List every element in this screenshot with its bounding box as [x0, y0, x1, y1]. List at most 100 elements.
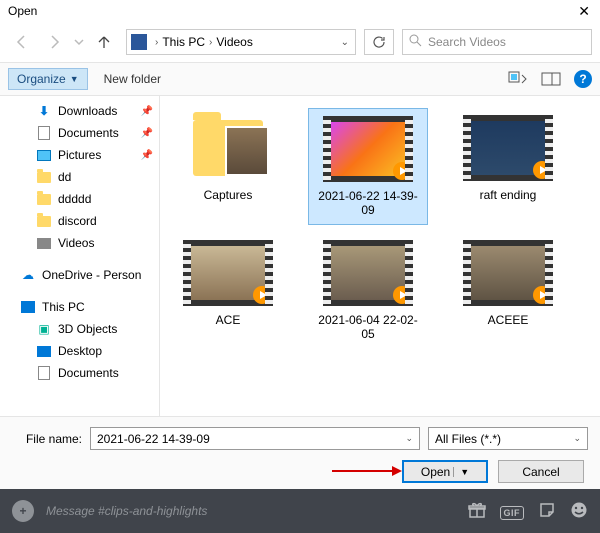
- tree-label: Pictures: [58, 148, 101, 162]
- file-label: ACEEE: [488, 313, 529, 327]
- file-item[interactable]: raft ending: [448, 108, 568, 225]
- organize-button[interactable]: Organize ▼: [8, 68, 88, 90]
- folder-icon: [36, 191, 52, 207]
- search-input[interactable]: Search Videos: [402, 29, 592, 55]
- tree-item[interactable]: Pictures 📌: [0, 144, 159, 166]
- file-label: Captures: [204, 188, 253, 202]
- tree-thispc[interactable]: This PC: [0, 296, 159, 318]
- tree-label: Documents: [58, 126, 119, 140]
- tree-item[interactable]: Documents: [0, 362, 159, 384]
- play-icon: [393, 286, 411, 304]
- forward-button[interactable]: [40, 28, 68, 56]
- file-item[interactable]: Captures: [168, 108, 288, 225]
- gift-icon[interactable]: [468, 501, 486, 522]
- tree-label: Desktop: [58, 344, 102, 358]
- video-thumbnail: [463, 114, 553, 182]
- chevron-down-icon[interactable]: ⌄: [573, 433, 581, 444]
- document-icon: [36, 125, 52, 141]
- open-button[interactable]: Open ▼: [402, 460, 488, 483]
- tree-label: ddddd: [58, 192, 91, 206]
- window-title: Open: [8, 4, 37, 18]
- filetype-filter[interactable]: All Files (*.*) ⌄: [428, 427, 588, 450]
- refresh-button[interactable]: [364, 29, 394, 55]
- tree-label: OneDrive - Person: [42, 268, 141, 282]
- annotation-arrow: [332, 470, 400, 472]
- tree-item[interactable]: Documents 📌: [0, 122, 159, 144]
- tree-onedrive[interactable]: ☁ OneDrive - Person: [0, 264, 159, 286]
- pin-icon: 📌: [141, 128, 153, 139]
- pin-icon: 📌: [141, 150, 153, 161]
- chevron-down-icon[interactable]: ⌄: [405, 433, 413, 444]
- file-label: raft ending: [480, 188, 537, 202]
- thispc-icon: [20, 299, 36, 315]
- filter-value: All Files (*.*): [435, 432, 501, 446]
- folder-icon: [183, 114, 273, 182]
- file-item[interactable]: 2021-06-22 14-39-09: [308, 108, 428, 225]
- pin-icon: 📌: [141, 106, 153, 117]
- cancel-button[interactable]: Cancel: [498, 460, 584, 483]
- breadcrumb[interactable]: › This PC › Videos ⌄: [126, 29, 356, 55]
- play-icon: [533, 286, 551, 304]
- folder-icon: [36, 169, 52, 185]
- new-folder-button[interactable]: New folder: [104, 72, 161, 86]
- folder-icon: [36, 213, 52, 229]
- document-icon: [36, 365, 52, 381]
- attach-button[interactable]: +: [12, 500, 34, 522]
- play-icon: [253, 286, 271, 304]
- message-input[interactable]: Message #clips-and-highlights: [46, 504, 454, 518]
- search-placeholder: Search Videos: [428, 35, 506, 49]
- tree-item[interactable]: ddddd: [0, 188, 159, 210]
- chevron-down-icon: ▼: [70, 74, 79, 84]
- close-icon[interactable]: ✕: [574, 3, 594, 20]
- file-item[interactable]: ACE: [168, 233, 288, 348]
- file-item[interactable]: ACEEE: [448, 233, 568, 348]
- sticker-icon[interactable]: [538, 501, 556, 522]
- tree-label: Videos: [58, 236, 94, 250]
- video-thumbnail: [463, 239, 553, 307]
- chevron-right-icon: ›: [209, 37, 212, 48]
- up-button[interactable]: [90, 28, 118, 56]
- tree-item[interactable]: Videos: [0, 232, 159, 254]
- file-pane[interactable]: Captures 2021-06-22 14-39-09 raft ending AC…: [160, 96, 600, 416]
- organize-label: Organize: [17, 72, 66, 86]
- chevron-down-icon[interactable]: ⌄: [341, 37, 349, 48]
- chevron-right-icon: ›: [155, 37, 158, 48]
- navigation-tree[interactable]: ⬇Downloads📌Documents📌Pictures📌ddddddddis…: [0, 96, 160, 416]
- tree-item[interactable]: ▣3D Objects: [0, 318, 159, 340]
- play-icon: [533, 161, 551, 179]
- discord-message-bar: + Message #clips-and-highlights GIF: [0, 489, 600, 533]
- tree-item[interactable]: discord: [0, 210, 159, 232]
- tree-item[interactable]: ⬇Downloads📌: [0, 100, 159, 122]
- help-button[interactable]: ?: [574, 70, 592, 88]
- tree-label: Documents: [58, 366, 119, 380]
- play-icon: [393, 162, 411, 180]
- tree-label: This PC: [42, 300, 85, 314]
- chevron-down-icon[interactable]: ▼: [453, 467, 469, 477]
- pc-icon: [131, 34, 147, 50]
- gif-icon[interactable]: GIF: [500, 504, 525, 519]
- video-thumbnail: [183, 239, 273, 307]
- tree-label: discord: [58, 214, 97, 228]
- tree-item[interactable]: Desktop: [0, 340, 159, 362]
- video-thumbnail: [323, 239, 413, 307]
- desktop-icon: [36, 343, 52, 359]
- breadcrumb-thispc[interactable]: This PC: [162, 35, 205, 49]
- onedrive-icon: ☁: [20, 267, 36, 283]
- preview-pane-button[interactable]: [538, 68, 564, 90]
- filename-input[interactable]: 2021-06-22 14-39-09 ⌄: [90, 427, 420, 450]
- file-label: ACE: [216, 313, 241, 327]
- cube-icon: ▣: [36, 321, 52, 337]
- video-thumbnail: [323, 115, 413, 183]
- breadcrumb-videos[interactable]: Videos: [216, 35, 252, 49]
- file-item[interactable]: 2021-06-04 22-02-05: [308, 233, 428, 348]
- videos-icon: [36, 235, 52, 251]
- recent-dropdown[interactable]: [72, 28, 86, 56]
- tree-item[interactable]: dd: [0, 166, 159, 188]
- back-button[interactable]: [8, 28, 36, 56]
- file-label: 2021-06-22 14-39-09: [313, 189, 423, 218]
- view-mode-button[interactable]: [506, 68, 532, 90]
- emoji-icon[interactable]: [570, 501, 588, 522]
- open-label: Open: [421, 465, 450, 479]
- pictures-icon: [36, 147, 52, 163]
- search-icon: [409, 34, 422, 50]
